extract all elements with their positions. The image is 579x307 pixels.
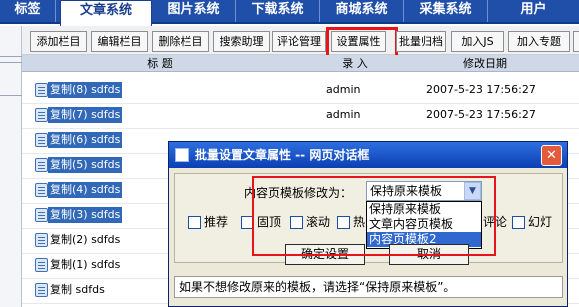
highlight-box: [252, 176, 496, 256]
document-icon: [35, 233, 48, 247]
document-icon: [35, 133, 48, 147]
row-title[interactable]: 复制(8) sdfds: [48, 82, 123, 98]
nav-tab-collect[interactable]: 采集系统: [404, 0, 488, 22]
comment-manage-button[interactable]: 评论管理: [272, 31, 326, 52]
edit-column-button[interactable]: 编辑栏目: [91, 31, 148, 52]
close-icon[interactable]: ✕: [541, 145, 562, 166]
row-author: admin: [326, 108, 361, 121]
row-title[interactable]: 复制(5) sdfds: [48, 157, 123, 173]
nav-tab-images[interactable]: 图片系统: [152, 0, 236, 22]
column-header-author[interactable]: 录 入: [330, 55, 380, 72]
recommend-checkbox[interactable]: [188, 216, 201, 229]
checkbox-label: 推荐: [204, 215, 229, 229]
left-panel-divider: [0, 62, 22, 63]
batch-archive-button[interactable]: 批量归档: [396, 31, 446, 52]
more-button[interactable]: [573, 31, 579, 52]
document-icon: [35, 283, 48, 297]
row-title[interactable]: 复制(7) sdfds: [48, 107, 123, 123]
slideshow-checkbox[interactable]: [512, 216, 525, 229]
hint-text: 如果不想修改原来的模板，请选择“保持原来模板”。: [174, 276, 563, 298]
dialog-title: 批量设置文章属性 -- 网页对话框: [195, 148, 370, 162]
document-icon: [35, 258, 48, 272]
document-icon: [35, 83, 48, 97]
delete-column-button[interactable]: 删除栏目: [152, 31, 209, 52]
add-js-button[interactable]: 加入JS: [451, 31, 504, 52]
nav-tab-tags[interactable]: 标签: [0, 0, 56, 22]
document-icon: [35, 183, 48, 197]
row-date: 2007-5-23 17:56:27: [426, 83, 536, 96]
nav-tab-articles[interactable]: 文章系统: [60, 0, 152, 26]
add-column-button[interactable]: 添加栏目: [30, 31, 87, 52]
left-panel: [0, 26, 22, 307]
dialog-titlebar[interactable]: 批量设置文章属性 -- 网页对话框: [169, 142, 567, 168]
checkbox-label: 幻灯: [528, 215, 553, 229]
row-title[interactable]: 复制(6) sdfds: [48, 132, 123, 148]
row-title[interactable]: 复制(3) sdfds: [48, 207, 123, 223]
row-date: 2007-5-23 17:56:27: [426, 108, 536, 121]
add-topic-button[interactable]: 加入专题: [508, 31, 570, 52]
row-title[interactable]: 复制(2) sdfds: [48, 232, 122, 248]
document-icon: [35, 208, 48, 222]
column-header-title[interactable]: 标 题: [130, 55, 190, 72]
document-icon: [35, 108, 48, 122]
search-assistant-button[interactable]: 搜索助理: [213, 31, 270, 52]
left-panel-divider: [0, 95, 22, 96]
document-icon: [35, 158, 48, 172]
nav-tab-shop[interactable]: 商城系统: [320, 0, 404, 22]
column-header-date[interactable]: 修改日期: [440, 55, 530, 72]
row-title[interactable]: 复制(1) sdfds: [48, 257, 122, 273]
highlight-box: [326, 27, 398, 58]
row-title[interactable]: 复制 sdfds: [48, 282, 107, 298]
nav-tab-users[interactable]: 用户: [488, 0, 579, 22]
left-panel-divider: [0, 56, 22, 57]
row-title[interactable]: 复制(4) sdfds: [48, 182, 123, 198]
nav-tab-downloads[interactable]: 下载系统: [236, 0, 320, 22]
row-author: admin: [326, 83, 361, 96]
page-icon: [175, 148, 189, 162]
